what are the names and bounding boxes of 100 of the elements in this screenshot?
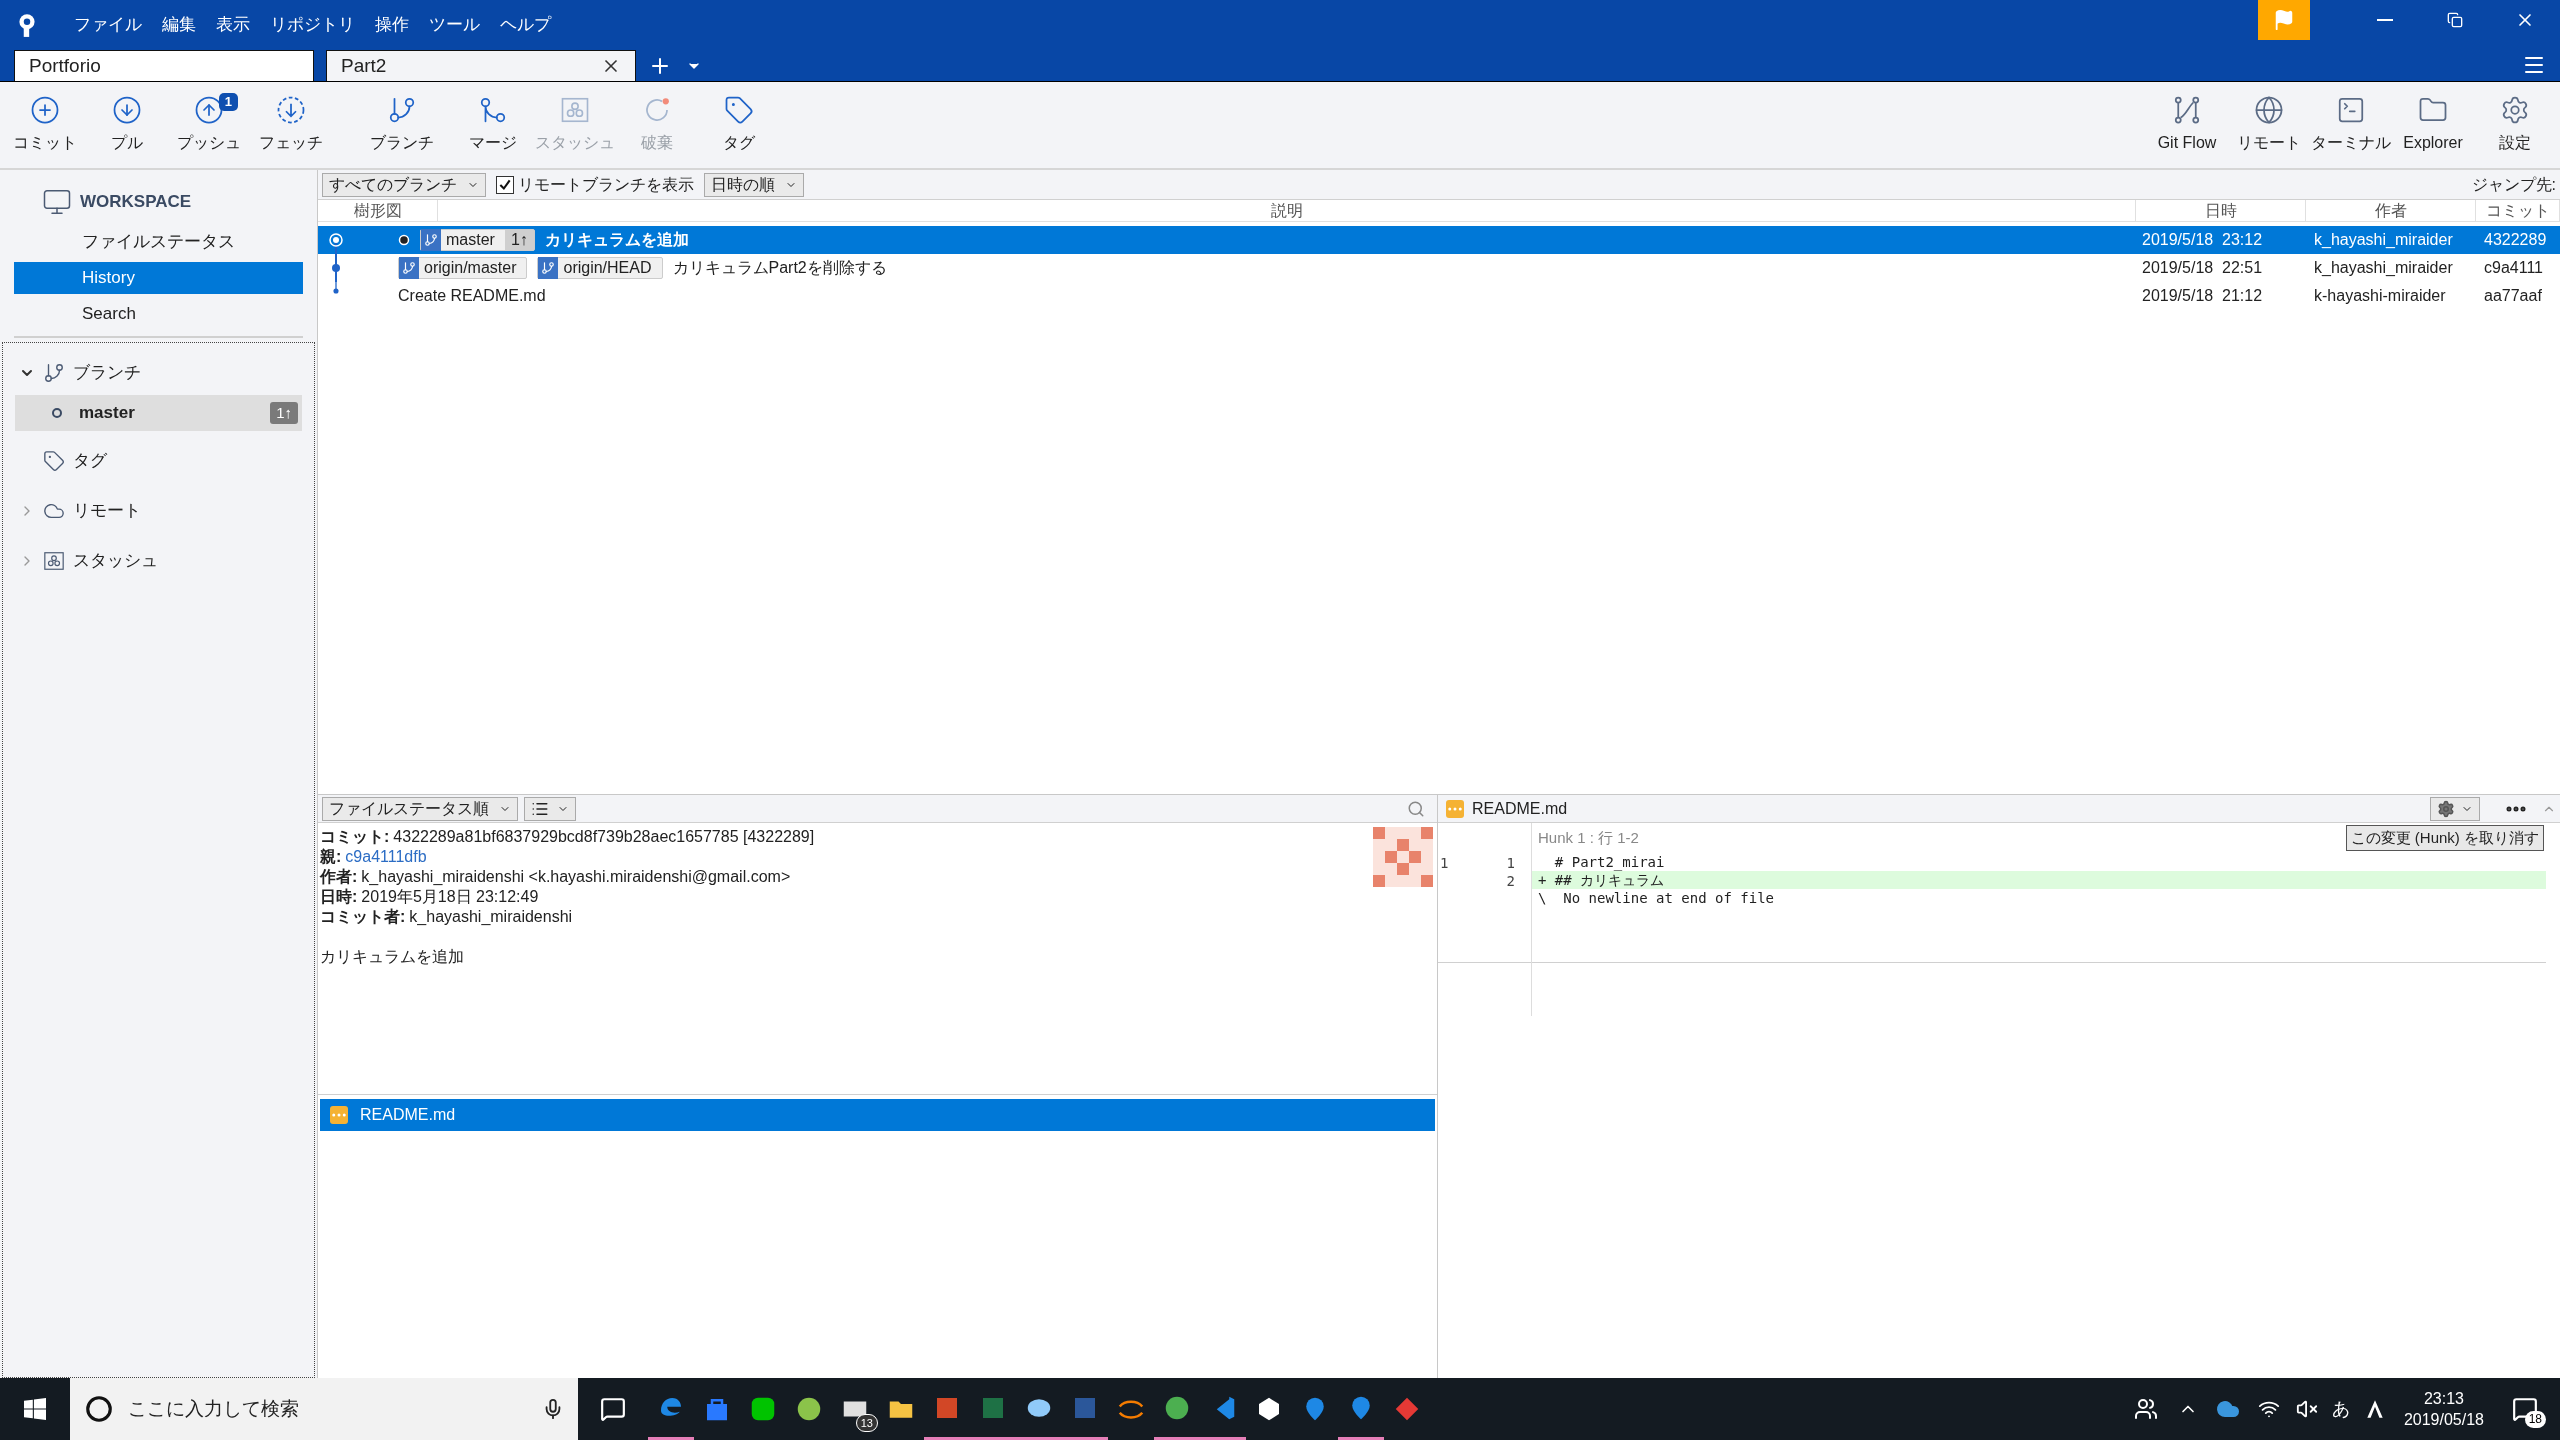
commit-message: カリキュラムを追加: [544, 230, 689, 250]
branch-icon: [387, 95, 417, 125]
toolbar-button[interactable]: Explorer: [2392, 89, 2474, 161]
branch-icon: [399, 257, 419, 279]
column-header[interactable]: 樹形図: [318, 200, 438, 221]
detail-value: 4322289a81bf6837929bcd8f739b28aec1657785 [4322289]: [393, 827, 815, 847]
toolbar-button[interactable]: コミット: [4, 89, 86, 161]
menu-item[interactable]: ファイル: [64, 12, 152, 38]
menu-item[interactable]: ヘルプ: [490, 12, 561, 38]
stash-icon: [43, 550, 65, 572]
hunk-header: Hunk 1 : 行 1-2: [1537, 827, 1640, 848]
toolbar-button[interactable]: タグ: [698, 89, 780, 161]
discard-hunk-button[interactable]: この変更 (Hunk) を取り消す: [2345, 825, 2544, 851]
menu-item[interactable]: 操作: [365, 12, 419, 38]
detail-label: コミット:: [320, 827, 390, 847]
parent-commit-link[interactable]: c9a4111dfb: [345, 847, 427, 867]
modified-file-icon: [1446, 799, 1464, 818]
modified-file-icon: [330, 1106, 348, 1124]
count-badge: 1: [218, 93, 238, 111]
windows-logo-icon: [24, 1398, 46, 1420]
taskbar-search-field[interactable]: ここに入力して検索: [70, 1378, 578, 1440]
menu-item[interactable]: 表示: [206, 12, 260, 38]
detail-label: 親:: [320, 847, 342, 867]
commit-author: k_hayashi_miraider: [2313, 258, 2454, 278]
commit-row[interactable]: origin/master origin/HEAD カリキュラムPart2を削除する 2019/5/18 22:51 k_hayashi_miraider c9a4111: [318, 254, 2560, 282]
view-mode-dropdown[interactable]: [524, 796, 576, 821]
task-view-icon[interactable]: [600, 1396, 626, 1422]
settings-icon: [2500, 95, 2530, 125]
flow-icon: [2172, 95, 2202, 125]
branch-label[interactable]: origin/master: [398, 257, 528, 279]
arrow-up-icon: [194, 95, 224, 125]
terminal-icon: [2336, 95, 2366, 125]
muted-speaker-icon[interactable]: [2295, 1398, 2318, 1420]
column-header[interactable]: 作者: [2306, 200, 2476, 221]
globe-icon: [2254, 95, 2284, 125]
settings-dropdown[interactable]: [2430, 796, 2480, 821]
diff-file-name: README.md: [1472, 798, 1568, 819]
workspace-item[interactable]: Search: [14, 298, 303, 330]
toolbar-button[interactable]: 設定: [2474, 89, 2556, 161]
sidebar-section[interactable]: タグ: [3, 441, 314, 481]
commit-message: カリキュラムを追加: [320, 947, 465, 967]
diff-line: 1 1 # Part2_mirai: [1438, 853, 1666, 871]
column-header[interactable]: 説明: [438, 200, 2136, 221]
commit-author: k_hayashi_miraider: [2313, 230, 2454, 250]
checkbox-label[interactable]: リモートブランチを表示: [518, 172, 694, 197]
toolbar-button[interactable]: Git Flow: [2146, 89, 2228, 161]
menu-item[interactable]: 編集: [152, 12, 206, 38]
commit-row[interactable]: Create README.md 2019/5/18 21:12 k-hayashi-miraider aa77aaf: [318, 282, 2560, 310]
restore-icon: [2447, 12, 2463, 28]
workspace-item[interactable]: ファイルステータス: [14, 226, 303, 258]
sidebar-section[interactable]: リモート: [3, 491, 314, 531]
avatar-icon: [1373, 827, 1433, 887]
commit-hash: aa77aaf: [2483, 286, 2543, 306]
toolbar-button[interactable]: プル: [86, 89, 168, 161]
taskbar-app-button[interactable]: 13: [832, 1378, 878, 1440]
clock[interactable]: 23:13 2019/05/18: [2403, 1388, 2484, 1430]
toolbar-button[interactable]: ターミナル: [2310, 89, 2392, 161]
commit-date: 2019/5/18 23:12: [2141, 230, 2264, 250]
branch-item[interactable]: master 1↑: [15, 395, 302, 431]
detail-value: 2019年5月18日 23:12:49: [361, 887, 539, 907]
detail-value: k_hayashi_miraidenshi: [409, 907, 573, 927]
notification-badge: 13: [855, 1414, 878, 1432]
toolbar-button[interactable]: フェッチ: [250, 89, 332, 161]
sidebar-section[interactable]: ブランチ: [3, 353, 314, 393]
commit-message: カリキュラムPart2を削除する: [672, 258, 887, 278]
diff-line: \ No newline at end of file: [1438, 889, 2546, 907]
file-item[interactable]: README.md: [320, 1099, 1435, 1131]
commit-date: 2019/5/18 22:51: [2141, 258, 2264, 278]
plus-icon: [30, 95, 60, 125]
stash-icon: [560, 95, 590, 125]
commit-row[interactable]: master 1↑ カリキュラムを追加 2019/5/18 23:12 k_hayashi_miraider 4322289: [318, 226, 2560, 254]
branch-label[interactable]: master 1↑: [420, 229, 535, 251]
repository-tab[interactable]: Part2: [326, 50, 636, 81]
menu-item[interactable]: ツール: [419, 12, 490, 38]
minimize-icon: [2377, 19, 2393, 21]
people-icon[interactable]: [2133, 1397, 2158, 1421]
sort-dropdown[interactable]: 日時の順: [704, 172, 804, 197]
settings-icon: [2437, 799, 2455, 818]
branch-label[interactable]: origin/HEAD: [537, 257, 663, 279]
column-header[interactable]: コミット: [2476, 200, 2560, 221]
branch-filter-dropdown[interactable]: すべてのブランチ: [322, 172, 486, 197]
merge-icon: [478, 95, 508, 125]
toolbar-button[interactable]: プッシュ 1: [168, 89, 250, 161]
sidebar-section[interactable]: スタッシュ: [3, 541, 314, 581]
column-header[interactable]: 日時: [2136, 200, 2306, 221]
checkbox[interactable]: [496, 175, 514, 194]
toolbar-button[interactable]: マージ: [452, 89, 534, 161]
toolbar-button[interactable]: ブランチ: [352, 89, 452, 161]
workspace-item[interactable]: History: [14, 262, 303, 294]
input-mode-indicator[interactable]: あ: [2331, 1395, 2350, 1423]
flag-icon: [2273, 9, 2295, 31]
search-icon[interactable]: [1407, 799, 1425, 818]
menu-item[interactable]: リポジトリ: [260, 12, 365, 38]
toolbar-button[interactable]: リモート: [2228, 89, 2310, 161]
repository-tab[interactable]: Portforio: [14, 50, 314, 81]
search-circle-icon: [84, 1394, 114, 1424]
tag-icon: [724, 95, 754, 125]
current-branch-icon: [51, 407, 63, 419]
file-sort-dropdown[interactable]: ファイルステータス順: [322, 796, 518, 821]
detail-label: 日時:: [320, 887, 358, 907]
